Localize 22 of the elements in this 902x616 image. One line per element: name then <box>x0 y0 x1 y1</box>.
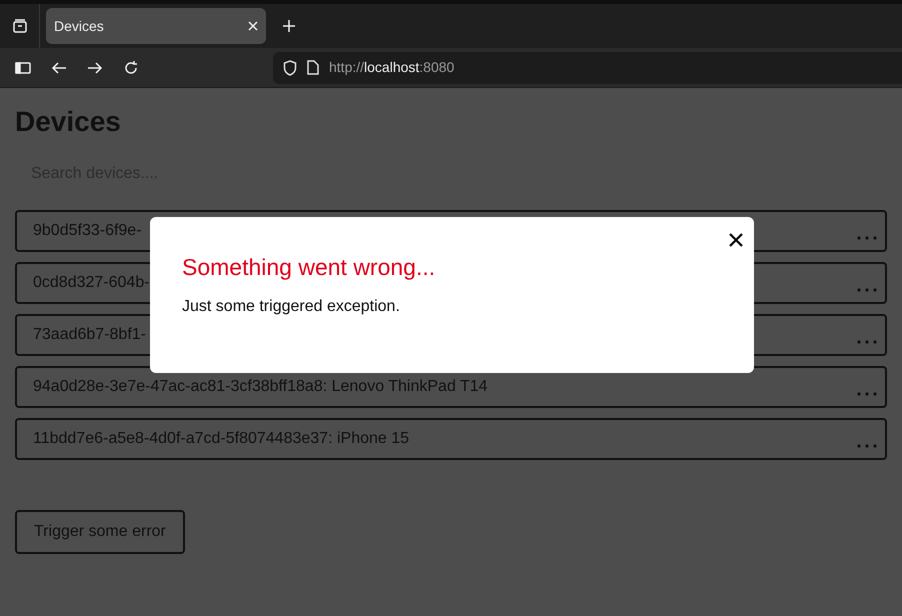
plus-icon[interactable] <box>282 19 296 33</box>
dialog-message: Just some triggered exception. <box>182 297 401 317</box>
close-icon[interactable] <box>728 232 744 248</box>
device-label: 11bdd7e6-a5e8-4d0f-a7cd-5f8074483e37: iPhone 15 <box>33 429 410 449</box>
dialog-title: Something went wrong... <box>182 253 436 281</box>
device-label: 94a0d28e-3e7e-47ac-ac81-3cf38bff18a8: Lenovo ThinkPad T14 <box>33 377 488 397</box>
shield-icon[interactable] <box>283 60 297 76</box>
device-label: 9b0d5f33-6f9e- <box>33 221 142 241</box>
reload-icon[interactable] <box>123 60 139 76</box>
address-bar[interactable]: http://localhost:8080 <box>273 52 902 84</box>
back-arrow-icon[interactable] <box>51 60 67 74</box>
device-label: 0cd8d327-604b- <box>33 273 150 293</box>
forward-arrow-icon[interactable] <box>87 60 103 74</box>
device-label: 73aad6b7-8bf1- <box>33 325 146 345</box>
browser-tab[interactable]: Devices <box>46 8 266 44</box>
sidebar-icon[interactable] <box>15 60 31 74</box>
trigger-error-button[interactable]: Trigger some error <box>15 510 185 554</box>
tab-overview-icon[interactable] <box>12 18 28 34</box>
page-title: Devices <box>15 105 122 139</box>
device-row[interactable]: 11bdd7e6-a5e8-4d0f-a7cd-5f8074483e37: iPhone 15 <box>15 418 887 460</box>
url-text[interactable]: http://localhost:8080 <box>329 57 454 78</box>
page-icon <box>307 60 319 75</box>
